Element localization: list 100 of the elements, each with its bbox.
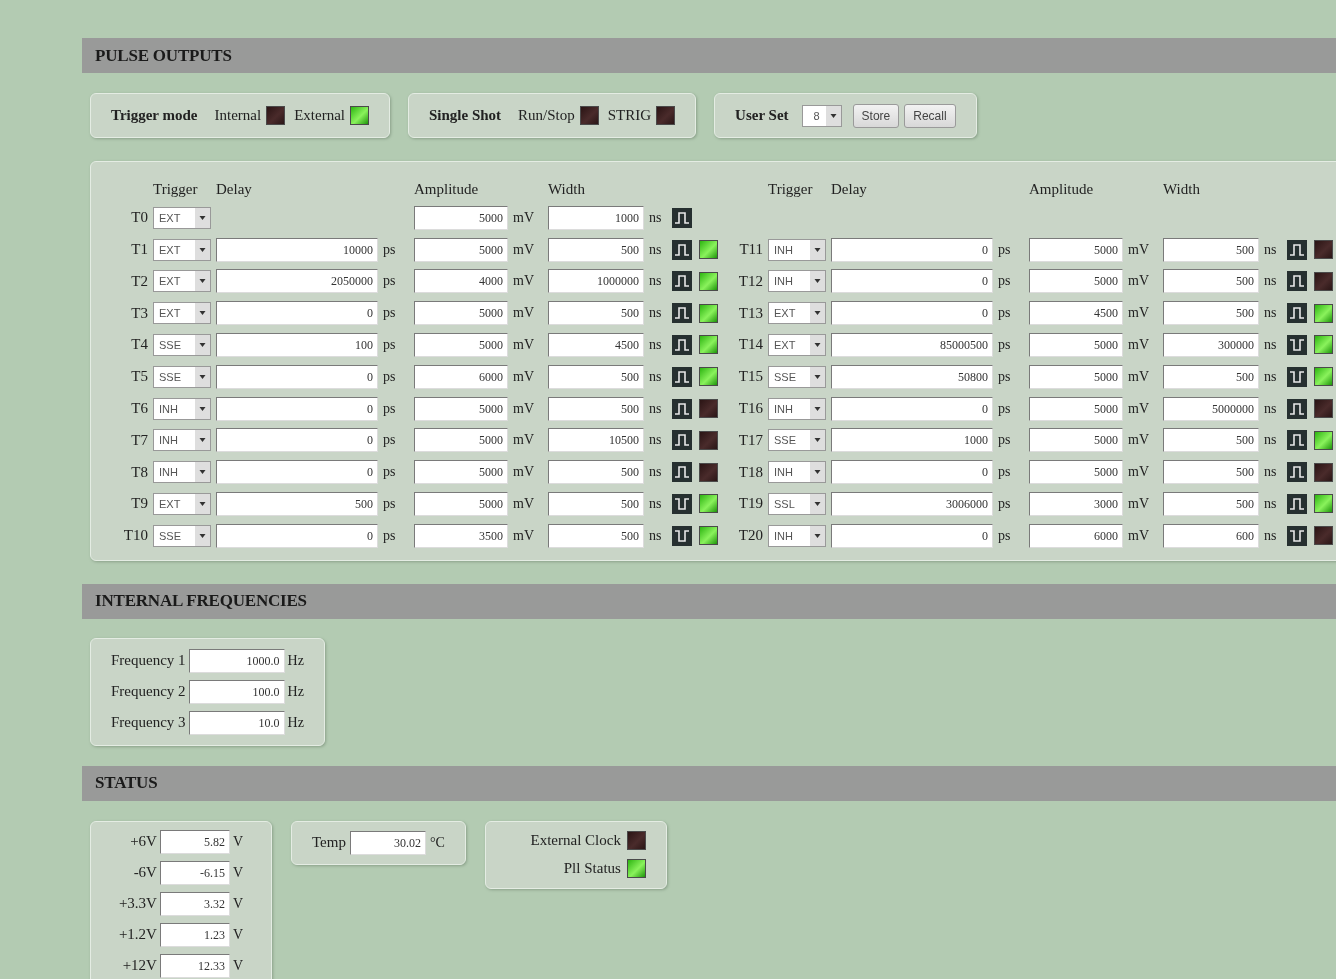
width-field[interactable]: 500 [548, 491, 644, 516]
user-set-dropdown[interactable]: 8 [801, 104, 842, 127]
voltage-field[interactable]: 5.82 [159, 829, 230, 854]
trigger-dropdown[interactable]: EXT [153, 206, 211, 229]
trigger-dropdown[interactable]: INH [153, 461, 211, 484]
width-field[interactable]: 500 [1163, 237, 1259, 262]
trigger-dropdown[interactable]: INH [768, 270, 826, 293]
action-button[interactable]: Store [852, 103, 900, 128]
amplitude-field[interactable]: 5000 [1029, 428, 1123, 453]
pulse-icon[interactable] [672, 366, 692, 387]
voltage-field[interactable]: 12.33 [159, 953, 230, 978]
status-led[interactable] [699, 430, 718, 450]
temperature-field[interactable]: 30.02 [349, 830, 426, 855]
width-field[interactable]: 4500 [548, 333, 644, 357]
delay-field[interactable]: 0 [216, 364, 378, 389]
delay-field[interactable]: 100 [216, 333, 378, 357]
pulse-icon[interactable] [672, 303, 692, 324]
delay-field[interactable]: 2050000 [216, 269, 378, 294]
delay-field[interactable]: 0 [831, 396, 993, 421]
width-field[interactable]: 500 [1163, 428, 1259, 453]
status-led[interactable] [266, 106, 286, 125]
width-field[interactable]: 300000 [1163, 333, 1259, 357]
status-led[interactable] [1314, 240, 1333, 260]
amplitude-field[interactable]: 5000 [414, 428, 508, 453]
status-led[interactable] [699, 303, 718, 323]
pulse-icon[interactable] [1287, 303, 1307, 324]
trigger-dropdown[interactable]: INH [768, 397, 826, 420]
pulse-icon[interactable] [672, 335, 692, 355]
amplitude-field[interactable]: 6000 [414, 364, 508, 389]
trigger-dropdown[interactable]: INH [768, 238, 826, 261]
width-field[interactable]: 1000000 [548, 269, 644, 294]
pulse-icon[interactable] [672, 430, 692, 451]
trigger-dropdown[interactable]: INH [768, 524, 826, 547]
status-led[interactable] [699, 240, 718, 260]
amplitude-field[interactable]: 5000 [1029, 237, 1123, 262]
status-led[interactable] [579, 106, 599, 125]
pulse-icon[interactable] [1287, 493, 1307, 514]
status-led[interactable] [1314, 367, 1333, 387]
trigger-dropdown[interactable]: EXT [153, 302, 211, 325]
trigger-dropdown[interactable]: SSE [153, 334, 211, 356]
voltage-field[interactable]: 3.32 [159, 891, 230, 916]
width-field[interactable]: 10500 [548, 428, 644, 453]
amplitude-field[interactable]: 4500 [1029, 301, 1123, 326]
trigger-dropdown[interactable]: SSE [768, 429, 826, 452]
width-field[interactable]: 500 [548, 237, 644, 262]
delay-field[interactable]: 0 [831, 460, 993, 485]
pulse-icon[interactable] [1287, 430, 1307, 451]
pulse-icon[interactable] [672, 239, 692, 260]
width-field[interactable]: 500 [1163, 491, 1259, 516]
pulse-icon[interactable] [672, 207, 692, 228]
amplitude-field[interactable]: 5000 [1029, 364, 1123, 389]
trigger-dropdown[interactable]: INH [153, 397, 211, 420]
action-button[interactable]: Recall [904, 103, 956, 128]
delay-field[interactable]: 0 [216, 301, 378, 326]
delay-field[interactable]: 0 [831, 237, 993, 262]
status-led[interactable] [1314, 430, 1333, 450]
amplitude-field[interactable]: 5000 [414, 491, 508, 516]
status-led[interactable] [1314, 271, 1333, 291]
amplitude-field[interactable]: 5000 [414, 396, 508, 421]
amplitude-field[interactable]: 3500 [414, 523, 508, 548]
trigger-dropdown[interactable]: SSE [153, 524, 211, 547]
amplitude-field[interactable]: 4000 [414, 269, 508, 294]
status-led[interactable] [699, 367, 718, 387]
status-led[interactable] [1314, 494, 1333, 514]
width-field[interactable]: 500 [548, 301, 644, 326]
width-field[interactable]: 500 [548, 460, 644, 485]
pulse-icon[interactable] [672, 398, 692, 419]
delay-field[interactable]: 3006000 [831, 491, 993, 516]
width-field[interactable]: 500 [1163, 364, 1259, 389]
amplitude-field[interactable]: 5000 [1029, 269, 1123, 294]
inverted-pulse-icon[interactable] [1287, 525, 1307, 546]
trigger-dropdown[interactable]: EXT [768, 334, 826, 356]
status-led[interactable] [1314, 335, 1333, 355]
delay-field[interactable]: 0 [216, 460, 378, 485]
status-led[interactable] [349, 106, 369, 125]
pulse-icon[interactable] [672, 462, 692, 483]
status-led[interactable] [699, 271, 718, 291]
width-field[interactable]: 5000000 [1163, 396, 1259, 421]
trigger-dropdown[interactable]: SSE [153, 365, 211, 388]
trigger-dropdown[interactable]: SSE [768, 365, 826, 388]
status-led[interactable] [656, 106, 676, 125]
amplitude-field[interactable]: 5000 [414, 460, 508, 485]
width-field[interactable]: 500 [1163, 301, 1259, 326]
pulse-icon[interactable] [1287, 239, 1307, 260]
amplitude-field[interactable]: 5000 [1029, 333, 1123, 357]
frequency-field[interactable]: 100.0 [188, 679, 285, 704]
trigger-dropdown[interactable]: INH [768, 461, 826, 484]
amplitude-field[interactable]: 5000 [414, 333, 508, 357]
status-led[interactable] [699, 399, 718, 419]
voltage-field[interactable]: -6.15 [159, 860, 230, 885]
status-led[interactable] [1314, 399, 1333, 419]
delay-field[interactable]: 500 [216, 491, 378, 516]
width-field[interactable]: 500 [1163, 460, 1259, 485]
delay-field[interactable]: 85000500 [831, 333, 993, 357]
frequency-field[interactable]: 10.0 [188, 710, 285, 735]
width-field[interactable]: 500 [548, 364, 644, 389]
frequency-field[interactable]: 1000.0 [188, 648, 285, 673]
amplitude-field[interactable]: 5000 [414, 237, 508, 262]
amplitude-field[interactable]: 5000 [1029, 460, 1123, 485]
status-led[interactable] [1314, 526, 1333, 546]
